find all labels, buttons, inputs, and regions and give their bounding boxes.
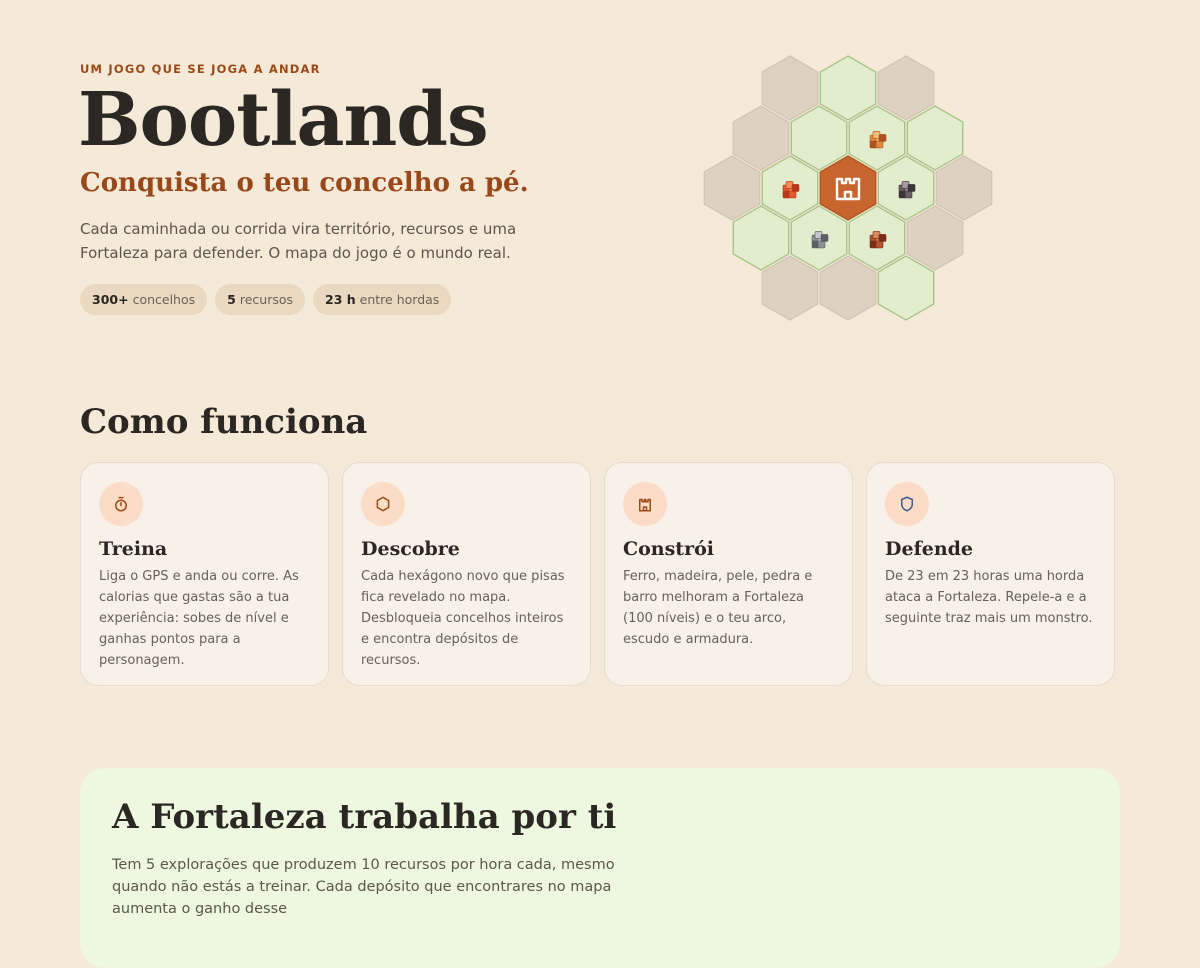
card-text: Ferro, madeira, pele, pedra e barro melh… [623,569,813,647]
stat-value: 300+ [92,292,129,307]
unexplored-hex-tile [906,205,964,271]
card-title: Treina [99,538,168,560]
card-title: Descobre [361,538,460,560]
explored-hex-tile [819,55,877,121]
stat-label: entre hordas [359,292,440,307]
stats-pills: 300+ concelhos 5 recursos 23 h entre hor… [80,284,452,315]
unexplored-hex-tile [761,55,819,121]
explored-hex-tile [877,155,935,221]
castle-icon [623,482,667,526]
unexplored-hex-tile [732,105,790,171]
feature-card-defende: Defende De 23 em 23 horas uma horda atac… [866,462,1115,686]
fortress-title: A Fortaleza trabalha por ti [112,797,617,837]
stat-label: recursos [239,292,294,307]
stat-pill-recursos: 5 recursos [215,284,306,315]
stopwatch-icon [99,482,143,526]
hexagon-icon [361,482,405,526]
explored-hex-tile [790,205,848,271]
card-text: De 23 em 23 horas uma horda ataca a Fort… [885,569,1093,626]
feature-cards: Treina Liga o GPS e anda ou corre. As ca… [80,462,1115,686]
explored-hex-tile [848,105,906,171]
unexplored-hex-tile [935,155,993,221]
explored-hex-tile [906,105,964,171]
explored-hex-tile [848,205,906,271]
fortress-section: A Fortaleza trabalha por ti Tem 5 explor… [80,768,1120,968]
stat-value: 23 h [325,292,356,307]
hero-description: Cada caminhada ou corrida vira territóri… [80,220,517,262]
stat-value: 5 [227,292,236,307]
unexplored-hex-tile [819,255,877,321]
explored-hex-tile [761,155,819,221]
hero-title: Bootlands [78,77,489,163]
hex-map-illustration [703,55,993,321]
stat-label: concelhos [132,292,196,307]
unexplored-hex-tile [703,155,761,221]
hero-tagline: Conquista o teu concelho a pé. [80,168,529,198]
unexplored-hex-tile [761,255,819,321]
unexplored-hex-tile [877,55,935,121]
explored-hex-tile [877,255,935,321]
card-text: Cada hexágono novo que pisas fica revela… [361,569,565,668]
shield-icon [885,482,929,526]
card-title: Constrói [623,538,714,560]
feature-card-treina: Treina Liga o GPS e anda ou corre. As ca… [80,462,329,686]
stat-pill-hordas: 23 h entre hordas [313,284,452,315]
fortress-text: Tem 5 explorações que produzem 10 recurs… [112,857,615,917]
explored-hex-tile [732,205,790,271]
feature-card-descobre: Descobre Cada hexágono novo que pisas fi… [342,462,591,686]
fortress-hex-tile [819,155,877,221]
explored-hex-tile [790,105,848,171]
stat-pill-concelhos: 300+ concelhos [80,284,208,315]
feature-card-constroi: Constrói Ferro, madeira, pele, pedra e b… [604,462,853,686]
card-text: Liga o GPS e anda ou corre. As calorias … [99,569,299,668]
card-title: Defende [885,538,974,560]
how-it-works-title: Como funciona [80,402,368,442]
hero-eyebrow: UM JOGO QUE SE JOGA A ANDAR [80,62,321,76]
